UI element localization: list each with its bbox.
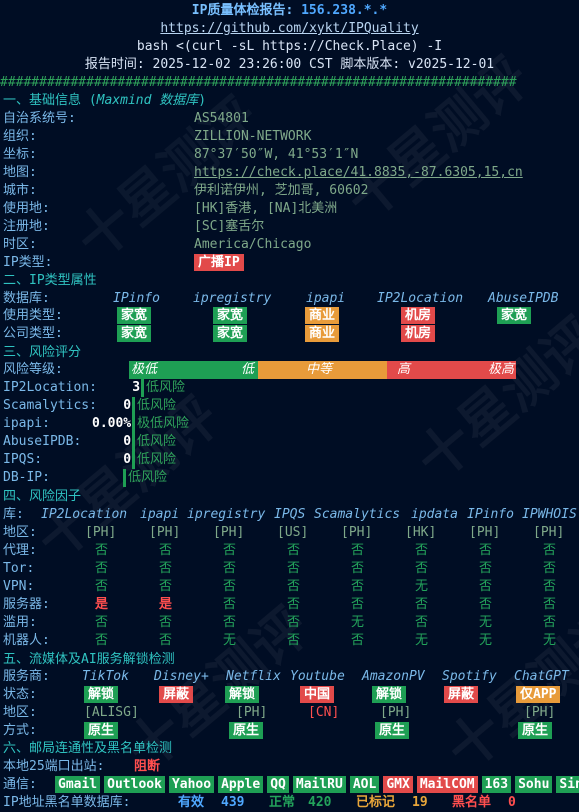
risk-fill-bar [132, 397, 135, 415]
factor-cell: 无 [351, 615, 365, 630]
factor-cell: 否 [287, 579, 301, 594]
divider: ########################################… [0, 75, 517, 90]
command-line: bash <(curl -sL https://Check.Place) -I [136, 39, 443, 54]
risk-fill-bar [132, 415, 135, 433]
factor-cell: 否 [415, 561, 429, 576]
factor-cell: 否 [543, 561, 557, 576]
factor-cell: 否 [223, 597, 237, 612]
factor-cell: 否 [223, 543, 237, 558]
factor-cell: 否 [287, 597, 301, 612]
factor-cell: 否 [479, 561, 493, 576]
factor-cell: 否 [543, 615, 557, 630]
mail-provider-badge: Sohu [515, 776, 553, 793]
mail-provider-badge: Outlook [104, 776, 165, 793]
factor-cell: 否 [95, 543, 109, 558]
factor-cell: 是 [95, 597, 109, 612]
basic-info-value: 伊利诺伊州, 芝加哥, 60602 [194, 183, 369, 198]
basic-info-value: 87°37′50″W, 41°53′1″N [194, 147, 359, 162]
factor-cell: 否 [415, 597, 429, 612]
factor-cell: 否 [479, 597, 493, 612]
basic-info-value: America/Chicago [194, 237, 312, 252]
factor-cell: 否 [351, 579, 365, 594]
mail-provider-badge: GMX [383, 776, 413, 793]
map-link[interactable]: https://check.place/41.8835,-87.6305,15,… [194, 164, 523, 182]
watermark: 十星测评 [404, 305, 579, 493]
factor-cell: 否 [223, 561, 237, 576]
mail-provider-badge: MailCOM [416, 776, 478, 793]
factor-cell: 否 [479, 579, 493, 594]
factor-cell: 无 [543, 633, 557, 648]
mail-provider-badge: Yahoo [168, 776, 215, 793]
factor-cell: 否 [351, 543, 365, 558]
factor-cell: 否 [351, 597, 365, 612]
basic-info-value: [SC]塞舌尔 [194, 219, 265, 234]
port25-status: 阻断 [134, 759, 161, 774]
factor-cell: 否 [95, 579, 109, 594]
github-link[interactable]: https://github.com/xykt/IPQuality [0, 20, 579, 38]
factor-cell: 否 [287, 633, 301, 648]
risk-fill-bar [132, 451, 135, 469]
factor-cell: 否 [223, 579, 237, 594]
factor-cell: 否 [415, 615, 429, 630]
factor-cell: 否 [159, 615, 173, 630]
factor-cell: 否 [95, 561, 109, 576]
risk-scale-low: 极低 低 [129, 361, 258, 379]
factor-cell: 否 [415, 543, 429, 558]
risk-fill-bar [123, 469, 126, 487]
factor-cell: 否 [479, 543, 493, 558]
report-time: 报告时间: 2025-12-02 23:26:00 CST 脚本版本: v202… [84, 57, 495, 72]
factor-cell: 否 [287, 543, 301, 558]
section-mail-title: 六、邮局连通性及黑名单检测 [3, 741, 173, 756]
factor-cell: 否 [159, 543, 173, 558]
factor-cell: 否 [159, 633, 173, 648]
risk-fill-bar [141, 379, 144, 397]
mail-provider-badge: Apple [218, 776, 264, 793]
factor-cell: 无 [479, 615, 493, 630]
ip-address: 156.238.*.* [301, 3, 388, 18]
factor-cell: 否 [351, 633, 365, 648]
section-risk-title: 三、风险评分 [3, 345, 82, 360]
mail-provider-badge: QQ [267, 776, 289, 793]
factor-cell: 无 [415, 579, 429, 594]
risk-scale-mid: 中等 [258, 361, 387, 379]
mail-provider-badge: AOL [349, 776, 380, 793]
section-iptype-title: 二、IP类型属性 [3, 273, 97, 288]
section-streaming-title: 五、流媒体及AI服务解锁检测 [3, 652, 175, 667]
factor-cell: 否 [543, 597, 557, 612]
risk-scale-high: 高 极高 [387, 361, 516, 379]
factor-cell: 否 [287, 615, 301, 630]
factor-cell: 否 [159, 579, 173, 594]
risk-level-bar: 风险等级: 极低 低 中等 高 极高 [3, 361, 516, 379]
factor-cell: 否 [543, 579, 557, 594]
basic-info-value: ZILLION-NETWORK [194, 129, 312, 144]
mail-provider-badge: 163 [481, 776, 512, 793]
section-basic-title: 一、基础信息 (Maxmind 数据库) [3, 93, 207, 108]
factor-cell: 否 [543, 543, 557, 558]
mail-connect-row: 通信: Gmail Outlook Yahoo Apple QQ MailRU AOL GMX… [3, 776, 579, 794]
report-title: IP质量体检报告: 156.238.*.* [191, 3, 388, 18]
factor-cell: 否 [95, 633, 109, 648]
basic-info-value: AS54801 [194, 111, 249, 126]
iptype-badge: 广播IP [194, 254, 244, 271]
factor-cell: 无 [479, 633, 493, 648]
mail-provider-badge: MailRU [292, 776, 346, 793]
factor-cell: 是 [159, 597, 173, 612]
risk-fill-bar [132, 433, 135, 451]
mail-provider-badge: Sina [556, 776, 579, 793]
factor-cell: 否 [287, 561, 301, 576]
factor-cell: 否 [159, 561, 173, 576]
factor-cell: 否 [223, 615, 237, 630]
factor-cell: 否 [351, 561, 365, 576]
factor-cell: 无 [223, 633, 237, 648]
basic-info-value: [HK]香港, [NA]北美洲 [194, 201, 338, 216]
section-factors-title: 四、风险因子 [3, 489, 82, 504]
factor-cell: 无 [415, 633, 429, 648]
factor-cell: 否 [95, 615, 109, 630]
mail-provider-badge: Gmail [55, 776, 101, 793]
